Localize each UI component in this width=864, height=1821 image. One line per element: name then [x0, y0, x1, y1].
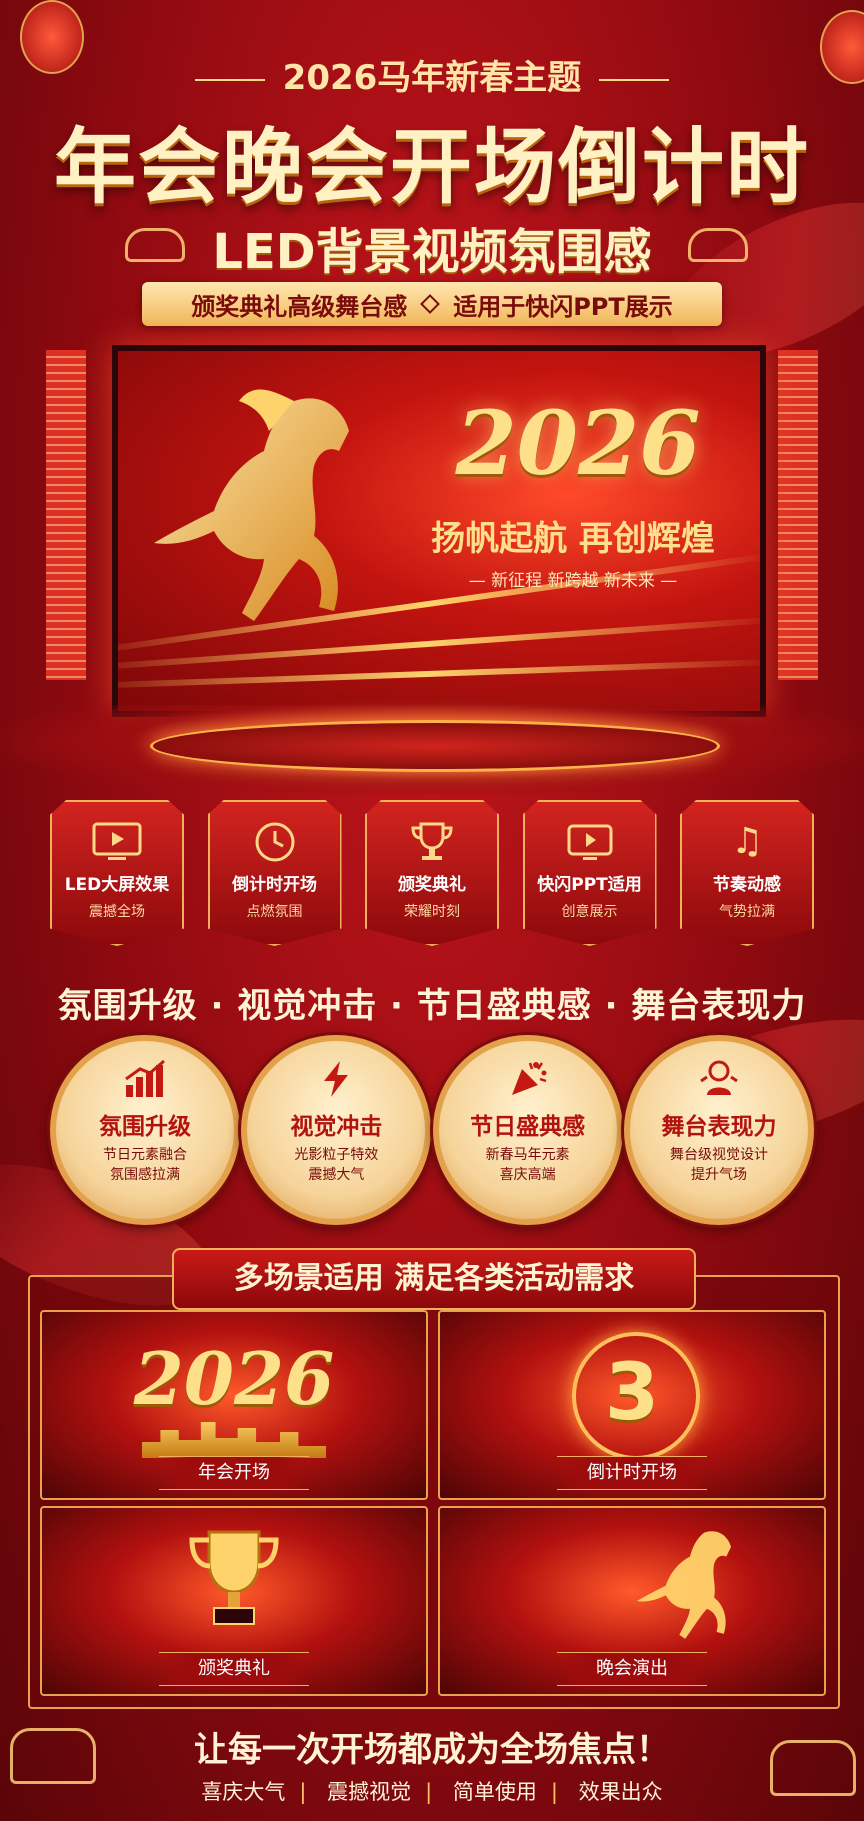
play-screen-icon [563, 820, 617, 864]
trophy-icon [405, 820, 459, 864]
feature-sub: 气势拉满 [719, 904, 775, 920]
medal-card: 舞台表现力 舞台级视觉设计 提升气场 [623, 1035, 814, 1225]
scene-card: 颁奖典礼 [40, 1506, 428, 1696]
scene-card: 3 倒计时开场 [438, 1310, 826, 1500]
feature-card: 颁奖典礼 荣耀时刻 [365, 800, 499, 946]
bar-chart-icon [56, 1059, 234, 1103]
scene-label: 倒计时开场 [557, 1456, 707, 1490]
lightning-icon [247, 1059, 425, 1103]
scene-card: 晚会演出 [438, 1506, 826, 1696]
screen-subline: — 新征程 新跨越 新未来 — [468, 571, 678, 591]
feature-card: LED大屏效果 震撼全场 [50, 800, 184, 946]
feature-title: 颁奖典礼 [398, 875, 466, 895]
closing-headline: 让每一次开场都成为全场焦点！ [194, 1730, 670, 1770]
highlight-line: 氛围升级 · 视觉冲击 · 节日盛典感 · 舞台表现力 [57, 986, 807, 1026]
cloud-icon [770, 1740, 856, 1796]
stage-light-column [778, 350, 818, 680]
medal-title: 视觉冲击 [290, 1114, 383, 1140]
music-note-icon: ♫ [730, 821, 764, 862]
closing-tag: 震撼视觉 [327, 1780, 412, 1804]
stage-light-column [46, 350, 86, 680]
feature-row: LED大屏效果 震撼全场 倒计时开场 点燃氛围 颁奖典礼 荣耀时刻 快闪PPT适… [50, 800, 814, 946]
monitor-play-icon [90, 820, 144, 864]
screen-year: 2026 [455, 391, 701, 495]
led-screen: 2026 扬帆起航 再创辉煌 — 新征程 新跨越 新未来 — [112, 345, 766, 717]
scene-big-text: 2026 [133, 1336, 335, 1421]
medal-card: 视觉冲击 光影粒子特效 震撼大气 [241, 1035, 432, 1225]
feature-card: 倒计时开场 点燃氛围 [207, 800, 342, 946]
medal-desc: 光影粒子特效 震撼大气 [294, 1147, 379, 1183]
feature-sub: 荣耀时刻 [404, 904, 460, 920]
cloud-icon [688, 228, 748, 262]
stage-platform [150, 720, 720, 772]
tag-item: 适用于快闪PPT展示 [453, 292, 673, 321]
feature-title: 倒计时开场 [232, 875, 317, 895]
golden-horse-icon [154, 389, 349, 621]
tagline-bar: 颁奖典礼高级舞台感 适用于快闪PPT展示 [142, 282, 722, 326]
cloud-icon [10, 1728, 96, 1784]
feature-sub: 震撼全场 [89, 904, 145, 920]
medal-title: 节日盛典感 [470, 1114, 586, 1140]
golden-horse-icon [636, 1531, 732, 1639]
medal-desc: 新春马年元素 喜庆高端 [485, 1147, 570, 1183]
feature-sub: 点燃氛围 [246, 904, 303, 920]
closing-tag: 效果出众 [578, 1780, 663, 1804]
spotlight-icon [630, 1059, 808, 1103]
feature-title: 快闪PPT适用 [537, 875, 642, 895]
medal-row: 氛围升级 节日元素融合 氛围感拉满 视觉冲击 光影粒子特效 震撼大气 节日盛典感 新… [50, 1035, 814, 1225]
trophy-icon [189, 1530, 279, 1625]
clock-icon [248, 820, 302, 864]
closing-tag: 喜庆大气 [201, 1780, 286, 1804]
feature-card: 快闪PPT适用 创意展示 [522, 800, 657, 946]
medal-title: 舞台表现力 [661, 1114, 777, 1140]
scene-big-text: 3 [604, 1348, 660, 1438]
feature-title: LED大屏效果 [64, 875, 170, 895]
city-skyline [142, 1422, 326, 1458]
closing-tags: 喜庆大气 | 震撼视觉 | 简单使用 | 效果出众 [201, 1780, 663, 1804]
feature-card: ♫ 节奏动感 气势拉满 [680, 800, 814, 946]
kicker-text: 2026马年新春主题 [0, 50, 864, 99]
medal-card: 节日盛典感 新春马年元素 喜庆高端 [432, 1035, 623, 1225]
scene-header: 多场景适用 满足各类活动需求 [172, 1248, 696, 1310]
medal-card: 氛围升级 节日元素融合 氛围感拉满 [50, 1035, 240, 1225]
party-popper-icon [439, 1059, 617, 1103]
scene-label: 颁奖典礼 [159, 1652, 309, 1686]
tag-item: 颁奖典礼高级舞台感 [191, 292, 408, 321]
scene-label: 晚会演出 [557, 1652, 707, 1686]
medal-desc: 节日元素融合 氛围感拉满 [103, 1147, 187, 1183]
scene-card: 2026 年会开场 [40, 1310, 428, 1500]
closing-tag: 简单使用 [452, 1780, 537, 1804]
medal-desc: 舞台级视觉设计 提升气场 [669, 1147, 768, 1183]
page-title: 年会晚会开场倒计时 [53, 120, 810, 215]
diamond-icon [420, 294, 441, 314]
scene-label: 年会开场 [159, 1456, 309, 1490]
medal-title: 氛围升级 [99, 1114, 191, 1140]
feature-sub: 创意展示 [561, 904, 618, 920]
screen-slogan: 扬帆起航 再创辉煌 [431, 519, 715, 559]
feature-title: 节奏动感 [713, 875, 781, 895]
